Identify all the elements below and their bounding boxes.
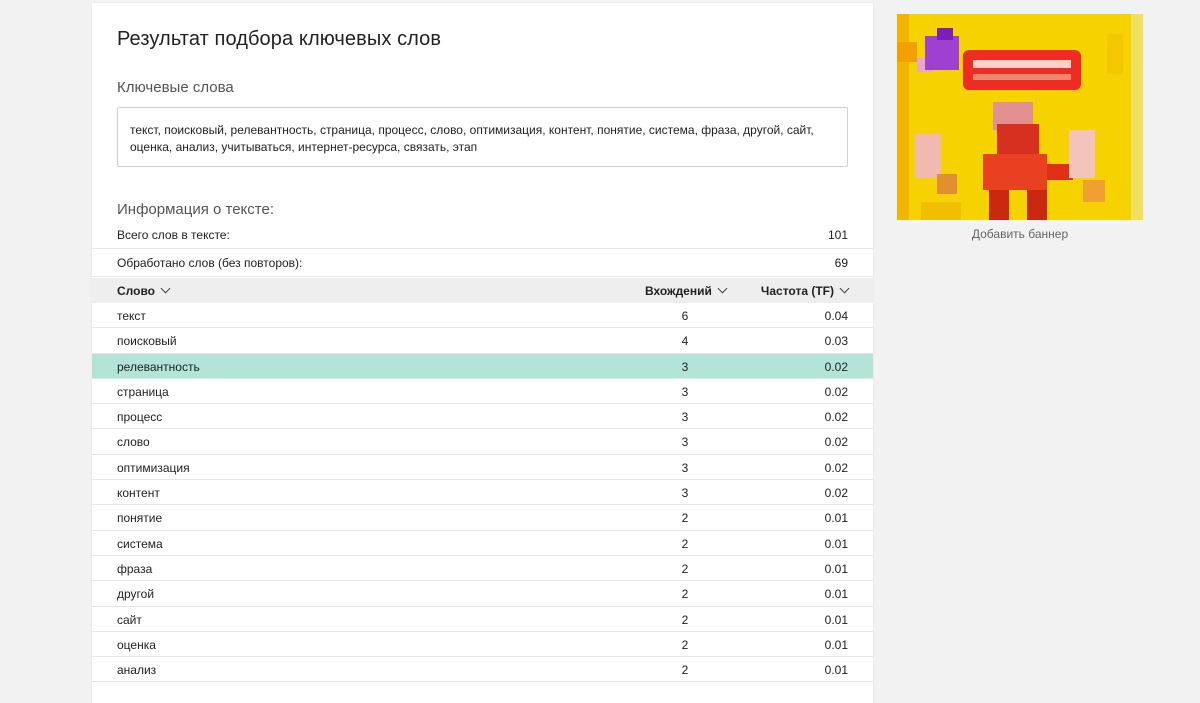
column-header-label: Частота (TF) (760, 284, 834, 298)
table-row[interactable]: оптимизация 3 0.02 (92, 455, 873, 481)
frequency-cell: 0.01 (824, 536, 848, 551)
count-cell: 2 (681, 663, 689, 678)
info-value: 101 (827, 228, 848, 242)
count-cell: 2 (681, 612, 689, 627)
table-row[interactable]: поисковый 4 0.03 (92, 328, 873, 354)
column-header-label: Слово (117, 284, 156, 298)
count-cell: 3 (681, 384, 689, 399)
info-label: Обработано слов (без повторов): (117, 256, 303, 270)
banner-graphic (897, 14, 1143, 220)
count-cell: 2 (681, 637, 689, 652)
frequency-cell: 0.01 (824, 561, 848, 576)
banner-image[interactable] (897, 14, 1143, 220)
add-banner-link[interactable]: Добавить баннер (897, 227, 1143, 241)
table-header: Слово Вхождений Частота (TF) (92, 278, 873, 303)
word-cell: релевантность (117, 359, 200, 374)
info-row-total-words: Всего слов в тексте: 101 (92, 221, 873, 249)
table-row[interactable]: сайт 2 0.01 (92, 607, 873, 632)
frequency-cell: 0.02 (824, 410, 848, 425)
count-cell: 2 (681, 536, 689, 551)
frequency-cell: 0.02 (824, 384, 848, 399)
word-cell: поисковый (117, 334, 177, 349)
word-cell: оценка (117, 637, 156, 652)
word-cell: другой (117, 587, 155, 602)
table-row[interactable]: текст 6 0.04 (92, 303, 873, 329)
table-row[interactable]: слово 3 0.02 (92, 429, 873, 455)
word-cell: контент (117, 486, 160, 501)
frequency-cell: 0.01 (824, 637, 848, 652)
keywords-textbox[interactable]: текст, поисковый, релевантность, страниц… (117, 107, 848, 167)
word-cell: фраза (117, 561, 153, 576)
frequency-cell: 0.02 (824, 435, 848, 450)
table-row[interactable]: понятие 2 0.01 (92, 505, 873, 531)
count-cell: 4 (681, 334, 689, 349)
table-row[interactable]: процесс 3 0.02 (92, 404, 873, 430)
word-cell: понятие (117, 511, 163, 526)
table-row[interactable]: система 2 0.01 (92, 531, 873, 556)
page-title: Результат подбора ключевых слов (117, 28, 442, 50)
word-cell: страница (117, 384, 169, 399)
frequency-cell: 0.01 (824, 587, 848, 602)
word-cell: процесс (117, 410, 163, 425)
keywords-heading: Ключевые слова (117, 79, 234, 96)
count-cell: 3 (681, 410, 689, 425)
word-cell: анализ (117, 663, 157, 678)
table-row[interactable]: фраза 2 0.01 (92, 556, 873, 582)
word-cell: сайт (117, 612, 142, 627)
table-row[interactable]: контент 3 0.02 (92, 480, 873, 506)
word-cell: система (117, 536, 163, 551)
results-card: Результат подбора ключевых слов Ключевые… (92, 3, 873, 703)
chevron-down-icon (717, 283, 728, 294)
chevron-down-icon (160, 283, 171, 294)
sort-by-word-button[interactable]: Слово (117, 283, 171, 298)
column-header-label: Вхождений (645, 284, 712, 298)
count-cell: 3 (681, 435, 689, 450)
word-cell: слово (117, 435, 150, 450)
frequency-cell: 0.03 (824, 334, 848, 349)
count-cell: 3 (681, 359, 689, 374)
chevron-down-icon (839, 283, 850, 294)
frequency-cell: 0.04 (824, 309, 848, 323)
frequency-cell: 0.01 (824, 511, 848, 526)
text-info-heading: Информация о тексте: (117, 201, 275, 218)
sort-by-count-button[interactable]: Вхождений (645, 283, 728, 298)
frequency-cell: 0.02 (824, 460, 848, 475)
frequency-cell: 0.02 (824, 359, 848, 374)
count-cell: 3 (681, 486, 689, 501)
count-cell: 3 (681, 460, 689, 475)
count-cell: 2 (681, 561, 689, 576)
word-cell: текст (117, 309, 146, 323)
count-cell: 2 (681, 511, 689, 526)
info-label: Всего слов в тексте: (117, 228, 230, 242)
table-row[interactable]: релевантность 3 0.02 (92, 353, 873, 379)
info-row-processed-words: Обработано слов (без повторов): 69 (92, 249, 873, 277)
word-cell: оптимизация (117, 460, 190, 475)
sort-by-frequency-button[interactable]: Частота (TF) (760, 283, 850, 298)
count-cell: 6 (681, 309, 689, 323)
table-row[interactable]: другой 2 0.01 (92, 581, 873, 607)
info-value: 69 (834, 256, 848, 270)
table-row[interactable]: анализ 2 0.01 (92, 657, 873, 683)
frequency-cell: 0.01 (824, 663, 848, 678)
table-row[interactable]: страница 3 0.02 (92, 379, 873, 405)
frequency-cell: 0.02 (824, 486, 848, 501)
frequency-cell: 0.01 (824, 612, 848, 627)
count-cell: 2 (681, 587, 689, 602)
keywords-table-body: текст 6 0.04 поисковый 4 0.03 релевантность 3 0.… (92, 303, 873, 683)
table-row[interactable]: оценка 2 0.01 (92, 632, 873, 658)
